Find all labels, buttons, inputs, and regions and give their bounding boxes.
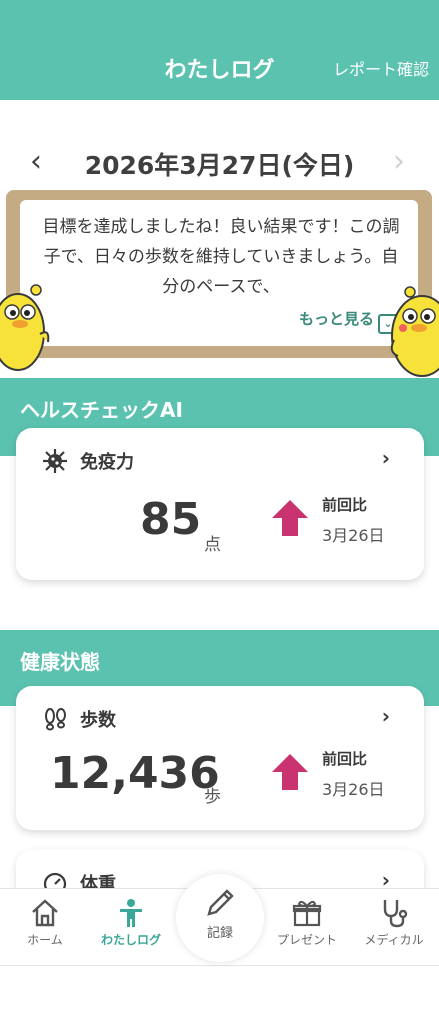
section-title: 健康状態 [20,650,100,674]
tab-label: わたしログ [100,933,161,947]
steps-value: 12,436 [50,748,220,799]
tab-medical[interactable]: メディカル [349,897,439,948]
tab-label: ホーム [27,933,63,947]
immunity-label: 免疫力 [80,452,134,473]
stethoscope-icon [383,900,408,928]
up-arrow-icon [272,500,308,536]
date-navigation: ‹ 2026年3月27日(今日) › [0,140,439,184]
advice-message: 目標を達成しましたね！良い結果です！この調子で、日々の歩数を維持していきましょう… [42,217,400,297]
message-board-inner: 目標を達成しましたね！良い結果です！この調子で、日々の歩数を維持していきましょう… [20,200,418,346]
compare-date: 3月26日 [322,780,385,799]
show-more-button[interactable]: もっと見る ⌄ [299,308,398,334]
show-more-label: もっと見る [298,310,374,328]
gift-icon [292,900,322,927]
compare-label: 前回比 [322,750,368,768]
immunity-card[interactable]: 免疫力 › 85 点 前回比 3月26日 [16,428,424,580]
footprints-icon [45,708,66,731]
immunity-unit: 点 [204,535,221,555]
steps-label: 歩数 [80,710,116,731]
mascot-right-image [390,286,439,377]
tab-home[interactable]: ホーム [0,897,90,948]
record-label: 記録 [206,926,233,941]
compare-date: 3月26日 [322,526,385,545]
tab-present[interactable]: プレゼント [262,897,352,948]
compare-label: 前回比 [322,496,368,514]
chevron-right-icon[interactable]: › [382,446,390,470]
section-title: ヘルスチェックAI [20,398,183,422]
steps-unit: 歩 [204,787,221,807]
app-header: わたしログ レポート確認 [0,0,439,100]
mascot-left-image [0,284,50,371]
current-date: 2026年3月27日(今日) [84,151,355,180]
pencil-icon [207,889,234,916]
virus-icon [43,449,67,473]
home-icon [32,899,58,927]
steps-card[interactable]: 歩数 › 12,436 歩 前回比 3月26日 [16,686,424,830]
chevron-right-icon[interactable]: › [393,144,405,179]
up-arrow-icon [272,754,308,790]
tab-label: メディカル [364,933,424,947]
person-icon [120,899,142,927]
report-link[interactable]: レポート確認 [333,56,429,80]
tab-label: プレゼント [276,933,337,947]
record-button[interactable]: 記録 [176,874,264,962]
tab-my-log[interactable]: わたしログ [86,897,176,948]
message-board: 目標を達成しましたね！良い結果です！この調子で、日々の歩数を維持していきましょう… [6,190,432,358]
immunity-value: 85 [140,494,202,545]
chevron-right-icon[interactable]: › [382,704,390,728]
